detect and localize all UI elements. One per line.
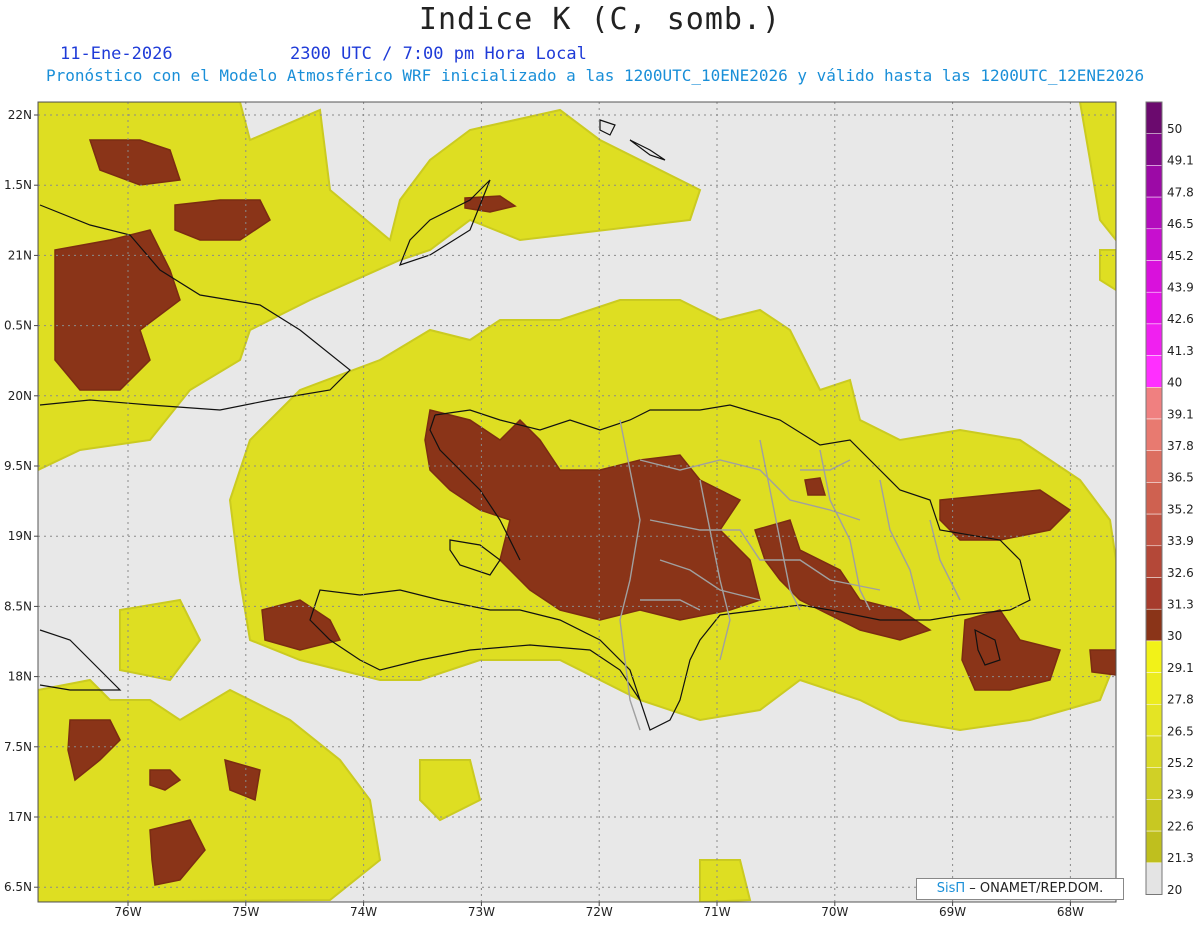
legend-label: 32.6 bbox=[1167, 566, 1194, 580]
legend-label: 40 bbox=[1167, 376, 1182, 390]
lat-label: 19N bbox=[8, 529, 32, 543]
legend-swatch bbox=[1145, 608, 1163, 642]
legend-label: 39.1 bbox=[1167, 407, 1194, 421]
lat-label: 1.5N bbox=[4, 178, 32, 192]
legend-swatch bbox=[1145, 672, 1163, 705]
legend-swatch bbox=[1145, 450, 1163, 483]
lat-label: 9.5N bbox=[4, 459, 32, 473]
legend-label: 30 bbox=[1167, 629, 1182, 643]
lon-label: 69W bbox=[939, 905, 966, 919]
credit-brand: SisΠ bbox=[936, 881, 966, 896]
legend-swatch bbox=[1145, 165, 1163, 198]
legend-swatch bbox=[1145, 767, 1163, 800]
lat-label: 7.5N bbox=[4, 740, 32, 754]
credit-text: – ONAMET/REP.DOM. bbox=[965, 881, 1104, 896]
latitude-labels: 22N 1.5N 21N 0.5N 20N 9.5N 19N 8.5N 18N 7.5N 17N 6.… bbox=[4, 108, 38, 894]
lon-label: 72W bbox=[586, 905, 613, 919]
lon-label: 70W bbox=[821, 905, 848, 919]
color-legend: 50 49.1 47.8 46.5 45.2 43.9 42.6 41.3 40 39.1 37.8… bbox=[1145, 101, 1194, 897]
lat-label: 6.5N bbox=[4, 880, 32, 894]
legend-swatch bbox=[1145, 577, 1163, 610]
lon-label: 73W bbox=[468, 905, 495, 919]
lat-label: 8.5N bbox=[4, 599, 32, 613]
lon-label: 75W bbox=[232, 905, 259, 919]
lon-label: 76W bbox=[114, 905, 141, 919]
legend-label: 31.3 bbox=[1167, 598, 1194, 612]
legend-swatch bbox=[1145, 799, 1163, 832]
lon-label: 71W bbox=[703, 905, 730, 919]
legend-label: 50 bbox=[1167, 122, 1182, 136]
legend-label: 20 bbox=[1167, 883, 1182, 897]
legend-swatch bbox=[1145, 260, 1163, 293]
legend-label: 23.9 bbox=[1167, 788, 1194, 802]
legend-swatch bbox=[1145, 133, 1163, 166]
legend-label: 37.8 bbox=[1167, 439, 1194, 453]
legend-label: 33.9 bbox=[1167, 534, 1194, 548]
legend-label: 42.6 bbox=[1167, 312, 1194, 326]
legend-swatch bbox=[1145, 323, 1163, 356]
legend-swatch bbox=[1145, 228, 1163, 261]
credit-box: SisΠ – ONAMET/REP.DOM. bbox=[916, 878, 1124, 900]
legend-label: 27.8 bbox=[1167, 693, 1194, 707]
legend-label: 29.1 bbox=[1167, 661, 1194, 675]
legend-swatch bbox=[1145, 355, 1163, 388]
legend-swatch bbox=[1145, 735, 1163, 768]
legend-label: 49.1 bbox=[1167, 154, 1194, 168]
lon-label: 74W bbox=[350, 905, 377, 919]
legend-label: 47.8 bbox=[1167, 185, 1194, 199]
lat-label: 22N bbox=[8, 108, 32, 122]
legend-swatch bbox=[1145, 101, 1163, 134]
legend-swatch bbox=[1145, 513, 1163, 547]
legend-swatch bbox=[1145, 196, 1163, 230]
map-figure: 22N 1.5N 21N 0.5N 20N 9.5N 19N 8.5N 18N 7.5N 17N 6.… bbox=[4, 101, 1194, 919]
lon-label: 68W bbox=[1057, 905, 1084, 919]
longitude-labels: 76W 75W 74W 73W 72W 71W 70W 69W 68W bbox=[114, 902, 1084, 919]
legend-swatch bbox=[1145, 830, 1163, 864]
lat-label: 18N bbox=[8, 670, 32, 684]
legend-label: 26.5 bbox=[1167, 724, 1194, 738]
legend-swatch bbox=[1145, 482, 1163, 515]
legend-label: 46.5 bbox=[1167, 217, 1194, 231]
legend-label: 21.3 bbox=[1167, 851, 1194, 865]
legend-label: 45.2 bbox=[1167, 249, 1194, 263]
lat-label: 17N bbox=[8, 810, 32, 824]
legend-swatch bbox=[1145, 862, 1163, 895]
legend-label: 25.2 bbox=[1167, 756, 1194, 770]
legend-swatch bbox=[1145, 418, 1163, 451]
legend-swatch bbox=[1145, 291, 1163, 325]
legend-label: 41.3 bbox=[1167, 344, 1194, 358]
legend-swatch bbox=[1145, 704, 1163, 737]
legend-swatch bbox=[1145, 387, 1163, 420]
legend-label: 36.5 bbox=[1167, 471, 1194, 485]
legend-label: 22.6 bbox=[1167, 819, 1194, 833]
legend-label: 43.9 bbox=[1167, 281, 1194, 295]
lat-label: 21N bbox=[8, 248, 32, 262]
legend-swatch bbox=[1145, 545, 1163, 578]
legend-label: 35.2 bbox=[1167, 502, 1194, 516]
lat-label: 0.5N bbox=[4, 319, 32, 333]
legend-swatch bbox=[1145, 640, 1163, 673]
lat-label: 20N bbox=[8, 389, 32, 403]
